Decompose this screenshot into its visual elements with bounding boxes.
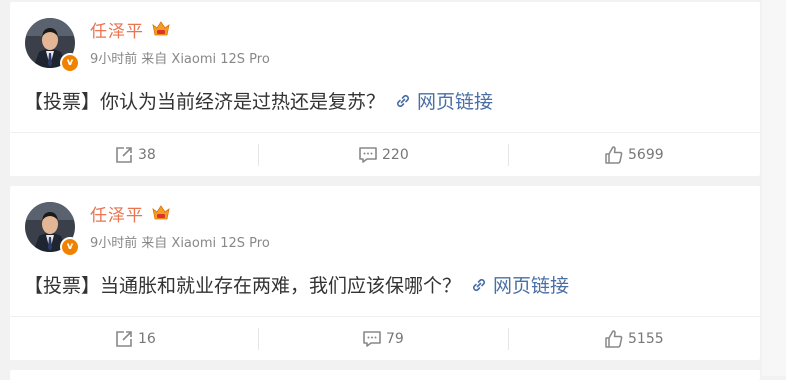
author-name[interactable]: 任泽平 xyxy=(90,17,144,42)
post-content: 【投票】你认为当前经济是过热还是复苏？ 网页链接 xyxy=(24,87,493,114)
action-bar: 38 220 5699 xyxy=(10,132,760,177)
post-meta: 9小时前 来自 Xiaomi 12S Pro xyxy=(90,232,270,251)
weibo-post-card: v 任泽平 9小时前 来自 Xiaomi 12S Pro 【投票】你认为当前经济是… xyxy=(10,2,760,176)
comment-button[interactable]: 220 xyxy=(358,133,409,177)
action-divider xyxy=(508,144,509,166)
like-button[interactable]: 5155 xyxy=(604,317,664,361)
right-scroll-area xyxy=(762,0,786,376)
repost-count: 16 xyxy=(138,331,156,347)
repost-icon xyxy=(116,331,132,347)
repost-icon xyxy=(116,147,132,163)
post-time[interactable]: 9小时前 xyxy=(90,52,137,67)
repost-button[interactable]: 16 xyxy=(114,317,156,361)
weibo-post-card: v 任泽平 9小时前 来自 Xiaomi 12S Pro 【投票】当通胀和就业存在… xyxy=(10,186,760,360)
repost-count: 38 xyxy=(138,147,156,163)
comment-count: 220 xyxy=(382,147,409,163)
link-icon xyxy=(472,278,486,292)
like-count: 5699 xyxy=(628,147,664,163)
post-time[interactable]: 9小时前 xyxy=(90,236,137,251)
action-divider xyxy=(508,328,509,350)
action-divider xyxy=(258,328,259,350)
thumbs-up-icon xyxy=(605,330,623,348)
post-source: 来自 Xiaomi 12S Pro xyxy=(141,236,270,251)
avatar[interactable]: v xyxy=(25,18,80,73)
post-text: 【投票】当通胀和就业存在两难，我们应该保哪个？ xyxy=(24,275,462,297)
vip-crown-icon[interactable] xyxy=(151,203,171,223)
action-bar: 16 79 5155 xyxy=(10,316,760,361)
comment-icon xyxy=(359,147,377,163)
post-meta: 9小时前 来自 Xiaomi 12S Pro xyxy=(90,48,270,67)
post-source: 来自 Xiaomi 12S Pro xyxy=(141,52,270,67)
web-link[interactable]: 网页链接 xyxy=(417,91,493,113)
like-button[interactable]: 5699 xyxy=(604,133,664,177)
web-link[interactable]: 网页链接 xyxy=(493,275,569,297)
post-content: 【投票】当通胀和就业存在两难，我们应该保哪个？ 网页链接 xyxy=(24,271,569,298)
action-divider xyxy=(258,144,259,166)
repost-button[interactable]: 38 xyxy=(114,133,156,177)
verified-badge-icon: v xyxy=(60,53,80,73)
comment-count: 79 xyxy=(386,331,404,347)
vip-crown-icon[interactable] xyxy=(151,19,171,39)
weibo-post-card-partial xyxy=(10,370,760,380)
author-name[interactable]: 任泽平 xyxy=(90,201,144,226)
link-icon xyxy=(396,94,410,108)
post-text: 【投票】你认为当前经济是过热还是复苏？ xyxy=(24,91,386,113)
verified-badge-icon: v xyxy=(60,237,80,257)
avatar[interactable]: v xyxy=(25,202,80,257)
comment-button[interactable]: 79 xyxy=(362,317,404,361)
like-count: 5155 xyxy=(628,331,664,347)
comment-icon xyxy=(363,331,381,347)
thumbs-up-icon xyxy=(605,146,623,164)
